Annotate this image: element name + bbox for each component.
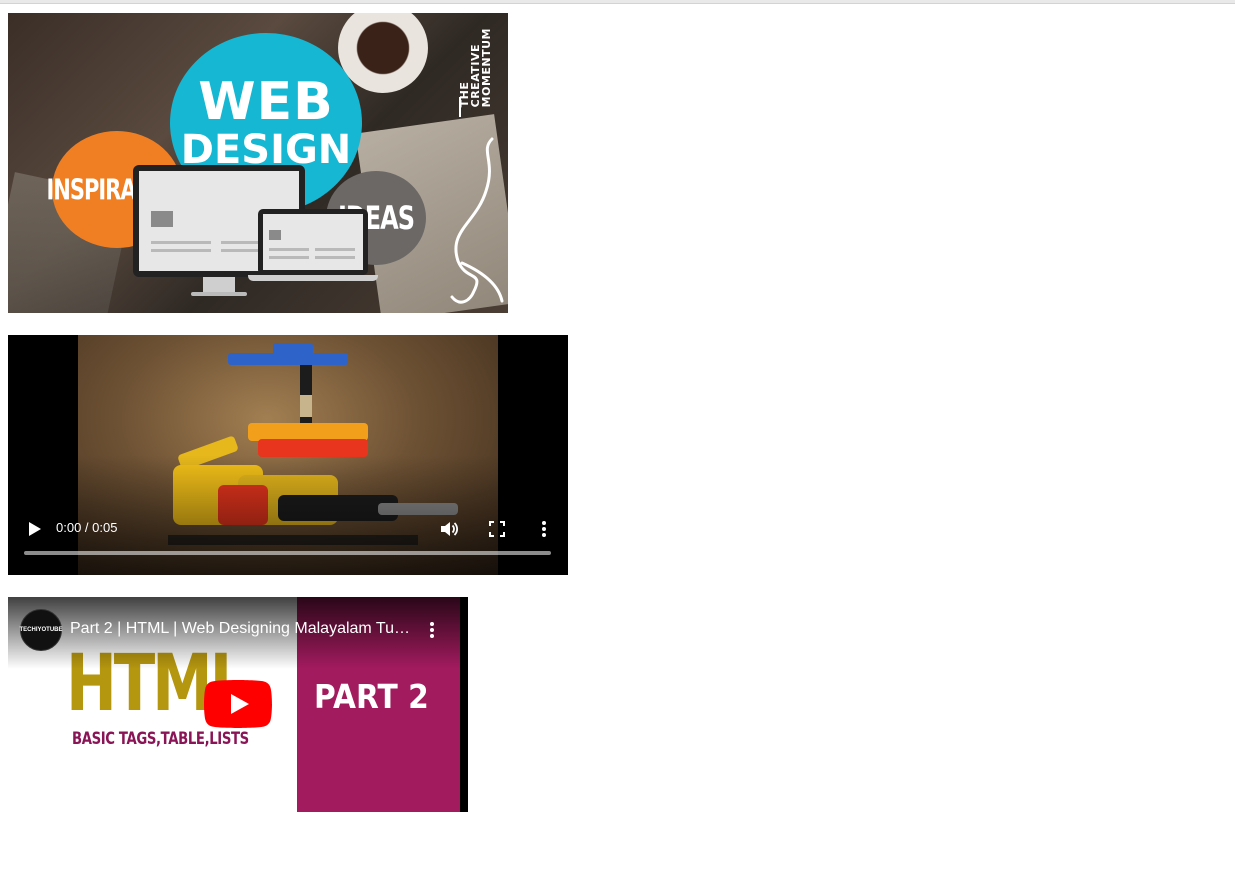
play-icon[interactable] xyxy=(24,519,44,539)
time-display: 0:00 / 0:05 xyxy=(56,520,118,535)
top-divider xyxy=(0,0,1235,4)
thumbnail-subtitle: BASIC TAGS,TABLE,LISTS xyxy=(72,729,249,749)
web-text: WEB xyxy=(198,72,334,132)
design-text: DESIGN xyxy=(180,127,352,173)
youtube-embed[interactable]: HTML BASIC TAGS,TABLE,LISTS PART 2 TECHI… xyxy=(8,597,468,812)
web-design-image: WEB DESIGN INSPIRATION IDEAS THE CREATIV… xyxy=(8,13,508,313)
volume-icon[interactable] xyxy=(438,518,460,540)
channel-avatar-text: TECHIYOTUBE xyxy=(19,627,63,633)
signature-icon xyxy=(450,137,504,304)
monitor-stand xyxy=(203,277,235,293)
brand-text: THE CREATIVE MOMENTUM xyxy=(457,28,493,108)
more-vert-icon[interactable] xyxy=(535,518,553,540)
youtube-play-button[interactable] xyxy=(204,680,272,728)
video-player[interactable]: 0:00 / 0:05 xyxy=(8,335,568,575)
monitor-base xyxy=(191,292,247,296)
channel-avatar[interactable]: TECHIYOTUBE xyxy=(19,609,63,651)
thumbnail-part-text: PART 2 xyxy=(314,677,429,716)
brand-divider xyxy=(459,97,461,117)
video-title-link[interactable]: Part 2 | HTML | Web Designing Malayalam … xyxy=(70,620,410,638)
coffee-cup-icon xyxy=(338,13,428,93)
more-vert-icon[interactable] xyxy=(424,619,440,641)
laptop-icon xyxy=(248,209,378,281)
controls-overlay xyxy=(8,455,568,575)
fullscreen-icon[interactable] xyxy=(486,518,508,540)
seek-bar[interactable] xyxy=(24,551,551,555)
